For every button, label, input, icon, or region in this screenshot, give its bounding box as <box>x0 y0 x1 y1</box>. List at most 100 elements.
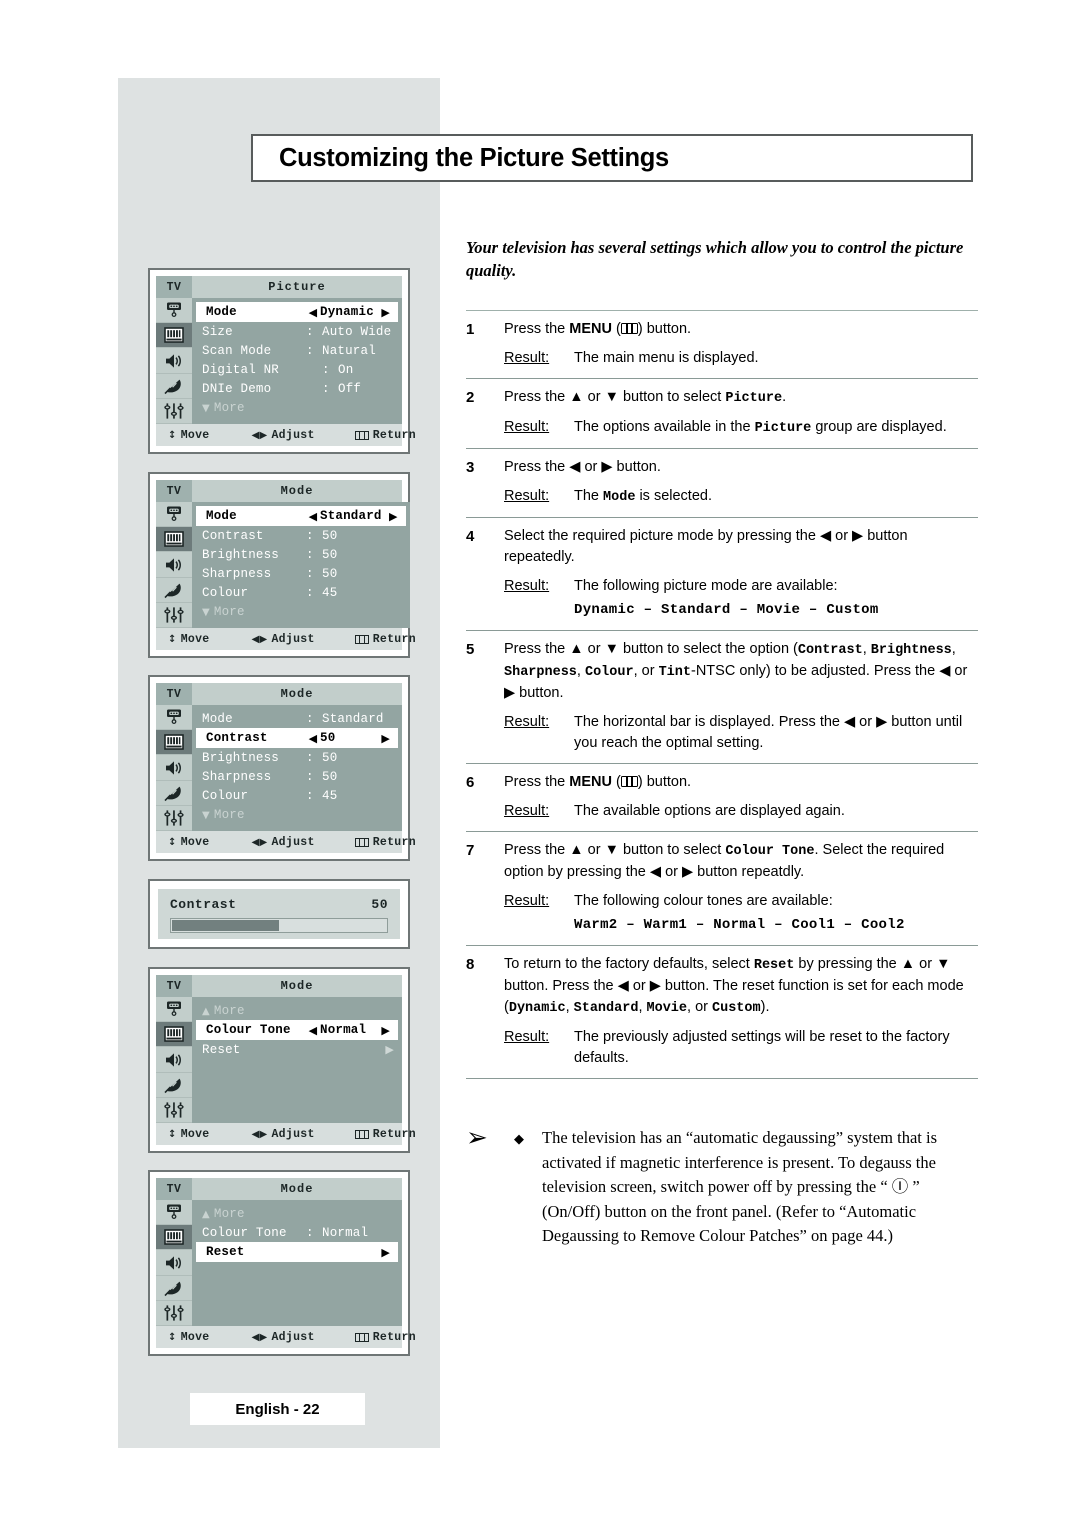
osd-satellite-dish-icon[interactable] <box>156 780 192 806</box>
osd-sound-icon[interactable] <box>156 1250 192 1276</box>
osd-satellite-dish-icon[interactable] <box>156 1072 192 1098</box>
osd-sound-icon[interactable] <box>156 552 192 578</box>
osd-icon-rail <box>156 502 192 629</box>
note-bullet-icon: ◆ <box>514 1131 524 1146</box>
osd-row-more[interactable]: ▼ More <box>192 602 410 621</box>
osd-footer-adjust[interactable]: ◀▶ Adjust <box>252 429 315 442</box>
picture-modes-line: Dynamic – Standard – Movie – Custom <box>574 602 879 618</box>
osd-title: Mode <box>192 480 402 502</box>
osd-picture-icon[interactable] <box>156 1225 192 1251</box>
osd-row[interactable]: Scan Mode: Natural <box>192 341 402 360</box>
contrast-slider-fill <box>172 920 279 931</box>
osd-setup-sliders-icon[interactable] <box>156 398 192 425</box>
osd-satellite-dish-icon[interactable] <box>156 373 192 399</box>
right-arrow-icon[interactable]: ▶ <box>378 1043 394 1056</box>
osd-footer-return[interactable]: Return <box>354 836 416 849</box>
osd-footer-return-label: Return <box>372 428 416 442</box>
osd-footer-return[interactable]: Return <box>354 428 416 442</box>
osd-row[interactable]: Colour Tone: Normal <box>192 1223 402 1242</box>
osd-footer-move[interactable]: ↕ Move <box>168 1331 210 1344</box>
osd-input-source-icon[interactable] <box>156 1200 192 1226</box>
osd-row[interactable]: Colour:45 <box>192 583 410 602</box>
osd-setup-sliders-icon[interactable] <box>156 805 192 832</box>
osd-footer-return[interactable]: Return <box>354 1331 416 1344</box>
osd-footer: ↕ Move ◀▶ Adjust Return <box>156 1123 416 1145</box>
left-arrow-icon[interactable]: ◀ <box>306 732 320 745</box>
step-number: 8 <box>466 956 475 973</box>
osd-row-more[interactable]: ▼ More <box>192 805 402 824</box>
osd-sound-icon[interactable] <box>156 1047 192 1073</box>
osd-footer-return[interactable]: Return <box>354 1128 416 1141</box>
osd-input-source-icon[interactable] <box>156 502 192 528</box>
osd-row[interactable]: DNIe Demo: Off <box>192 379 402 398</box>
menu-icon <box>620 776 638 787</box>
right-arrow-icon[interactable]: ▶ <box>374 732 390 745</box>
osd-row[interactable]: Colour:45 <box>192 786 402 805</box>
osd-sound-icon[interactable] <box>156 755 192 781</box>
up-down-arrows-icon: ↕ <box>168 1331 177 1343</box>
osd-row[interactable]: Sharpness:50 <box>192 564 410 583</box>
osd-picture-icon[interactable] <box>156 323 192 349</box>
left-arrow-icon[interactable]: ◀ <box>306 1024 320 1037</box>
osd-row-more[interactable]: ▼ More <box>192 398 402 417</box>
right-arrow-icon[interactable]: ▶ <box>374 306 390 319</box>
osd-footer-move[interactable]: ↕ Move <box>168 1128 210 1141</box>
osd-row-value: Natural <box>322 343 376 358</box>
osd-row[interactable]: Sharpness:50 <box>192 767 402 786</box>
osd-row[interactable]: Size: Auto Wide <box>192 322 402 341</box>
osd-footer-adjust[interactable]: ◀▶ Adjust <box>252 633 315 646</box>
step-number: 6 <box>466 774 475 791</box>
osd-row-selected[interactable]: Colour Tone ◀ Normal ▶ <box>196 1020 398 1040</box>
osd-row[interactable]: Digital NR: On <box>192 360 402 379</box>
osd-icon-rail <box>156 1200 192 1327</box>
osd-setup-sliders-icon[interactable] <box>156 1097 192 1124</box>
osd-row[interactable]: Brightness:50 <box>192 545 410 564</box>
left-arrow-icon[interactable]: ◀ <box>306 306 320 319</box>
osd-row-selected[interactable]: Reset ▶ <box>196 1242 398 1262</box>
triangle-up-icon: ▲ <box>202 1005 210 1017</box>
right-arrow-icon[interactable]: ▶ <box>374 1246 390 1259</box>
osd-row-value: 45 <box>322 585 338 600</box>
osd-row-label: Contrast <box>206 731 268 745</box>
osd-input-source-icon[interactable] <box>156 997 192 1023</box>
osd-picture-icon[interactable] <box>156 527 192 553</box>
osd-footer-move[interactable]: ↕ Move <box>168 633 210 646</box>
osd-row-selected[interactable]: Mode ◀ Dynamic ▶ <box>196 302 398 322</box>
osd-input-source-icon[interactable] <box>156 705 192 731</box>
osd-row[interactable]: Reset ▶ <box>192 1040 402 1059</box>
osd-footer-adjust[interactable]: ◀▶ Adjust <box>252 1331 315 1344</box>
osd-row-blank <box>192 1078 402 1097</box>
up-down-arrows-icon: ↕ <box>168 836 177 848</box>
osd-satellite-dish-icon[interactable] <box>156 577 192 603</box>
osd-title: Mode <box>192 975 402 997</box>
osd-satellite-dish-icon[interactable] <box>156 1275 192 1301</box>
osd-row-blank <box>192 1097 402 1116</box>
osd-row-more[interactable]: ▲ More <box>192 1204 402 1223</box>
osd-row[interactable]: Contrast:50 <box>192 526 410 545</box>
osd-row-value: Normal <box>322 1225 369 1240</box>
right-arrow-icon[interactable]: ▶ <box>382 510 398 523</box>
osd-sound-icon[interactable] <box>156 348 192 374</box>
osd-footer-return[interactable]: Return <box>354 633 416 646</box>
osd-footer-move[interactable]: ↕ Move <box>168 429 210 442</box>
osd-row[interactable]: Brightness:50 <box>192 748 402 767</box>
contrast-slider-track[interactable] <box>170 918 388 933</box>
step-text-mono: Colour Tone <box>725 844 815 859</box>
right-arrow-icon[interactable]: ▶ <box>374 1024 390 1037</box>
osd-footer-adjust[interactable]: ◀▶ Adjust <box>252 836 315 849</box>
osd-footer-adjust[interactable]: ◀▶ Adjust <box>252 1128 315 1141</box>
osd-row-selected[interactable]: Mode ◀ Standard ▶ <box>196 506 406 526</box>
osd-input-source-icon[interactable] <box>156 298 192 324</box>
left-arrow-icon[interactable]: ◀ <box>306 510 320 523</box>
osd-footer-move[interactable]: ↕ Move <box>168 836 210 849</box>
osd-setup-sliders-icon[interactable] <box>156 1300 192 1327</box>
osd-row-more[interactable]: ▲ More <box>192 1001 402 1020</box>
osd-row[interactable]: Mode: Standard <box>192 709 402 728</box>
osd-row-selected[interactable]: Contrast ◀ 50 ▶ <box>196 728 398 748</box>
option-brightness: Brightness <box>870 643 952 658</box>
osd-picture-icon[interactable] <box>156 730 192 756</box>
osd-picture-icon[interactable] <box>156 1022 192 1048</box>
osd-setup-sliders-icon[interactable] <box>156 602 192 629</box>
osd-menu-list: Mode ◀ Standard ▶ Contrast:50 Brightness:50 Sh… <box>192 502 410 628</box>
osd-row-separator: : <box>306 788 314 803</box>
